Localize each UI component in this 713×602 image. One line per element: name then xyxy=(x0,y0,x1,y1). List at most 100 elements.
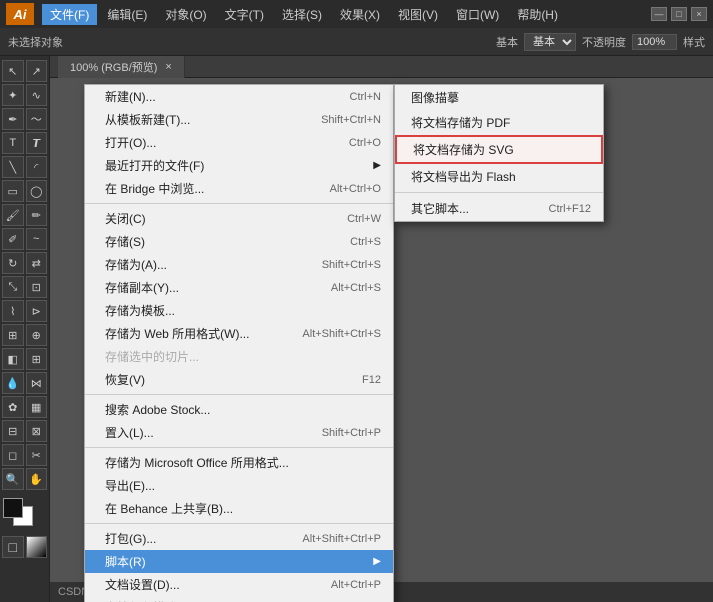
mesh-tool[interactable]: ⊞ xyxy=(26,348,48,370)
menu-adobe-stock[interactable]: 搜索 Adobe Stock... xyxy=(85,398,393,421)
menu-doc-setup[interactable]: 文档设置(D)... Alt+Ctrl+P xyxy=(85,573,393,596)
menu-open[interactable]: 打开(O)... Ctrl+O xyxy=(85,131,393,154)
tool-row-8: ✐ ~ xyxy=(2,228,47,250)
file-menu: 新建(N)... Ctrl+N 从模板新建(T)... Shift+Ctrl+N… xyxy=(84,84,394,602)
menu-recent[interactable]: 最近打开的文件(F) ▶ xyxy=(85,154,393,177)
menu-bridge-shortcut: Alt+Ctrl+O xyxy=(330,183,381,195)
magic-wand-tool[interactable]: ✦ xyxy=(2,84,24,106)
warp-tool[interactable]: ⌇ xyxy=(2,300,24,322)
menu-scripts[interactable]: 脚本(R) ▶ xyxy=(85,550,393,573)
menu-save-slices-label: 存储选中的切片... xyxy=(105,348,199,365)
touch-type-tool[interactable]: 𝙏 xyxy=(26,132,48,154)
style-label: 样式 xyxy=(683,34,705,50)
menu-recent-arrow: ▶ xyxy=(373,160,381,171)
arc-tool[interactable]: ◜ xyxy=(26,156,48,178)
tool-row-15: ✿ ▦ xyxy=(2,396,47,418)
reflect-tool[interactable]: ⇄ xyxy=(26,252,48,274)
menu-save-template-label: 存储为模板... xyxy=(105,302,175,319)
script-save-svg[interactable]: 将文档存储为 SVG xyxy=(395,135,603,164)
menu-help[interactable]: 帮助(H) xyxy=(509,4,566,25)
script-image-trace-label: 图像描摹 xyxy=(411,89,459,106)
menu-save[interactable]: 存储(S) Ctrl+S xyxy=(85,230,393,253)
menu-effect[interactable]: 效果(X) xyxy=(332,4,388,25)
menu-save-copy[interactable]: 存储副本(Y)... Alt+Ctrl+S xyxy=(85,276,393,299)
shear-tool[interactable]: ⊡ xyxy=(26,276,48,298)
gradient-swatch[interactable] xyxy=(26,536,48,558)
menu-color-mode[interactable]: 文档颜色模式(M) ▶ xyxy=(85,596,393,602)
scale-tool[interactable]: ⤡ xyxy=(2,276,24,298)
gradient-tool[interactable]: ◧ xyxy=(2,348,24,370)
tool-row-2: ✦ ∿ xyxy=(2,84,47,106)
script-other-label: 其它脚本... xyxy=(411,200,469,217)
menu-object[interactable]: 对象(O) xyxy=(157,4,214,25)
menu-file[interactable]: 文件(F) xyxy=(42,4,97,25)
foreground-swatch[interactable] xyxy=(3,498,23,518)
shape-build-tool[interactable]: ⊕ xyxy=(26,324,48,346)
opacity-input[interactable] xyxy=(632,34,677,50)
select-tool[interactable]: ↖ xyxy=(2,60,24,82)
close-button[interactable]: × xyxy=(691,7,707,21)
menu-view[interactable]: 视图(V) xyxy=(390,4,446,25)
smooth-tool[interactable]: ~ xyxy=(26,228,48,250)
artboard-tool[interactable]: ⊟ xyxy=(2,420,24,442)
rect-tool[interactable]: ▭ xyxy=(2,180,24,202)
menu-behance[interactable]: 在 Behance 上共享(B)... xyxy=(85,497,393,520)
width-tool[interactable]: ⊳ xyxy=(26,300,48,322)
ellipse-tool[interactable]: ◯ xyxy=(26,180,48,202)
menu-package[interactable]: 打包(G)... Alt+Shift+Ctrl+P xyxy=(85,527,393,550)
menu-export[interactable]: 导出(E)... xyxy=(85,474,393,497)
script-image-trace[interactable]: 图像描摹 xyxy=(395,85,603,110)
script-save-pdf-label: 将文档存储为 PDF xyxy=(411,114,510,131)
workspace-select[interactable]: 基本 xyxy=(524,33,576,51)
menu-export-label: 导出(E)... xyxy=(105,477,155,494)
fill-none-button[interactable]: □ xyxy=(2,536,24,558)
pencil-tool[interactable]: ✐ xyxy=(2,228,24,250)
script-export-flash-label: 将文档导出为 Flash xyxy=(411,168,516,185)
pen-tool[interactable]: ✒ xyxy=(2,108,24,130)
menu-bridge[interactable]: 在 Bridge 中浏览... Alt+Ctrl+O xyxy=(85,177,393,200)
free-transform-tool[interactable]: ⊞ xyxy=(2,324,24,346)
menu-bar: 文件(F) 编辑(E) 对象(O) 文字(T) 选择(S) 效果(X) 视图(V… xyxy=(42,4,566,25)
script-other[interactable]: 其它脚本... Ctrl+F12 xyxy=(395,196,603,221)
eraser-tool[interactable]: ◻ xyxy=(2,444,24,466)
blend-tool[interactable]: ⋈ xyxy=(26,372,48,394)
blob-brush-tool[interactable]: ✏ xyxy=(26,204,48,226)
menu-place[interactable]: 置入(L)... Shift+Ctrl+P xyxy=(85,421,393,444)
lasso-tool[interactable]: ∿ xyxy=(26,84,48,106)
scissors-tool[interactable]: ✂ xyxy=(26,444,48,466)
tab-close-button[interactable]: × xyxy=(165,61,171,73)
menu-new-template-label: 从模板新建(T)... xyxy=(105,111,190,128)
minimize-button[interactable]: — xyxy=(651,7,667,21)
script-save-pdf[interactable]: 将文档存储为 PDF xyxy=(395,110,603,135)
menu-save-web[interactable]: 存储为 Web 所用格式(W)... Alt+Shift+Ctrl+S xyxy=(85,322,393,345)
zoom-tool[interactable]: 🔍 xyxy=(2,468,24,490)
rotate-tool[interactable]: ↻ xyxy=(2,252,24,274)
menu-revert[interactable]: 恢复(V) F12 xyxy=(85,368,393,391)
type-tool[interactable]: T xyxy=(2,132,24,154)
direct-select-tool[interactable]: ↗ xyxy=(26,60,48,82)
menu-new[interactable]: 新建(N)... Ctrl+N xyxy=(85,85,393,108)
slice-tool[interactable]: ⊠ xyxy=(26,420,48,442)
menu-save-template[interactable]: 存储为模板... xyxy=(85,299,393,322)
menu-save-office[interactable]: 存储为 Microsoft Office 所用格式... xyxy=(85,451,393,474)
eyedropper-tool[interactable]: 💧 xyxy=(2,372,24,394)
canvas-area: 100% (RGB/预览) × 新建(N)... Ctrl+N 从模板新建(T)… xyxy=(50,56,713,602)
document-tab[interactable]: 100% (RGB/预览) × xyxy=(58,56,185,78)
menu-edit[interactable]: 编辑(E) xyxy=(99,4,155,25)
curvature-tool[interactable]: 〜 xyxy=(26,108,48,130)
menu-text[interactable]: 文字(T) xyxy=(217,4,272,25)
menu-save-as[interactable]: 存储为(A)... Shift+Ctrl+S xyxy=(85,253,393,276)
menu-new-template[interactable]: 从模板新建(T)... Shift+Ctrl+N xyxy=(85,108,393,131)
menu-save-slices[interactable]: 存储选中的切片... xyxy=(85,345,393,368)
menu-select[interactable]: 选择(S) xyxy=(274,4,330,25)
paintbrush-tool[interactable]: 🖌 xyxy=(2,204,24,226)
symbol-sprayer-tool[interactable]: ✿ xyxy=(2,396,24,418)
column-graph-tool[interactable]: ▦ xyxy=(26,396,48,418)
menu-close[interactable]: 关闭(C) Ctrl+W xyxy=(85,207,393,230)
hand-tool[interactable]: ✋ xyxy=(26,468,48,490)
line-tool[interactable]: ╲ xyxy=(2,156,24,178)
tool-row-4: T 𝙏 xyxy=(2,132,47,154)
maximize-button[interactable]: □ xyxy=(671,7,687,21)
script-export-flash[interactable]: 将文档导出为 Flash xyxy=(395,164,603,189)
menu-window[interactable]: 窗口(W) xyxy=(448,4,507,25)
